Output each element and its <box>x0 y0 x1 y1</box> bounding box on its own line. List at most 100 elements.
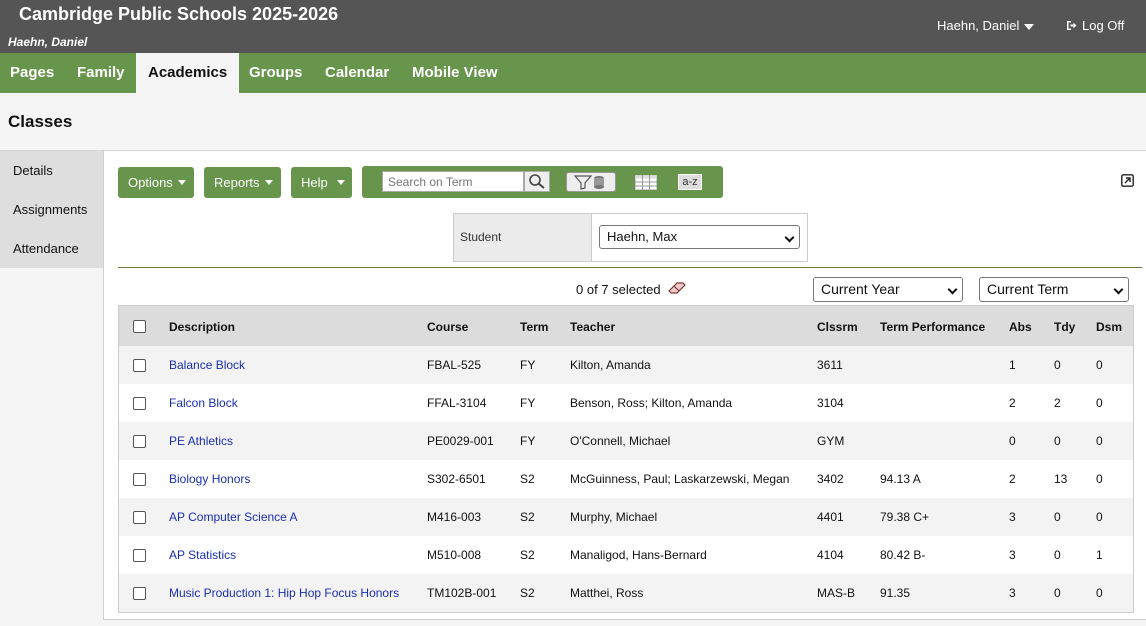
abs-cell: 1 <box>1009 358 1016 372</box>
search-button[interactable] <box>524 171 550 192</box>
term-cell: FY <box>520 434 536 448</box>
course-cell: FBAL-525 <box>427 358 482 372</box>
course-cell: TM102B-001 <box>427 586 497 600</box>
class-link[interactable]: AP Statistics <box>169 548 236 562</box>
logoff-button[interactable]: Log Off <box>1066 18 1124 33</box>
term-cell: FY <box>520 396 536 410</box>
classroom-cell: 3104 <box>817 396 844 410</box>
chevron-down-icon <box>947 284 958 295</box>
col-term[interactable]: Term <box>520 320 548 334</box>
classroom-cell: 3611 <box>817 358 843 372</box>
chevron-down-icon <box>1113 284 1124 295</box>
col-classroom[interactable]: Clssrm <box>817 320 858 334</box>
student-select[interactable]: Haehn, Max <box>599 225 800 249</box>
chevron-down-icon <box>1024 23 1035 30</box>
main-nav: Pages Family Academics Groups Calendar M… <box>0 53 1146 93</box>
classes-table: Description Course Term Teacher Clssrm T… <box>118 305 1134 613</box>
sidebar-item-assignments[interactable]: Assignments <box>13 202 87 217</box>
abs-cell: 2 <box>1009 396 1016 410</box>
student-label: Student <box>454 214 592 261</box>
col-course[interactable]: Course <box>427 320 468 334</box>
dsm-cell: 0 <box>1096 434 1103 448</box>
abs-cell: 3 <box>1009 548 1016 562</box>
popout-icon[interactable] <box>1121 174 1134 187</box>
dsm-cell: 0 <box>1096 396 1103 410</box>
dsm-cell: 0 <box>1096 472 1103 486</box>
eraser-icon[interactable] <box>667 280 687 296</box>
abs-cell: 2 <box>1009 472 1016 486</box>
tdy-cell: 0 <box>1054 586 1061 600</box>
col-term-performance[interactable]: Term Performance <box>880 320 985 334</box>
tab-family[interactable]: Family <box>77 53 125 93</box>
user-menu[interactable]: Haehn, Daniel <box>937 18 1035 33</box>
help-button[interactable]: Help <box>291 167 352 198</box>
options-button[interactable]: Options <box>118 167 194 198</box>
teacher-cell: Matthei, Ross <box>570 586 644 600</box>
table-row[interactable]: AP Statistics M510-008 S2 Manaligod, Han… <box>119 536 1133 574</box>
grid-view-icon[interactable] <box>635 175 657 190</box>
performance-cell: 79.38 C+ <box>880 510 930 524</box>
term-select[interactable]: Current Term <box>979 277 1129 302</box>
col-dsm[interactable]: Dsm <box>1096 320 1122 334</box>
table-row[interactable]: Biology Honors S302-6501 S2 McGuinness, … <box>119 460 1133 498</box>
select-all-checkbox[interactable] <box>133 320 146 333</box>
reports-label: Reports <box>214 175 260 190</box>
course-cell: PE0029-001 <box>427 434 494 448</box>
row-checkbox[interactable] <box>133 511 146 524</box>
table-row[interactable]: AP Computer Science A M416-003 S2 Murphy… <box>119 498 1133 536</box>
teacher-cell: Manaligod, Hans-Bernard <box>570 548 707 562</box>
table-row[interactable]: Falcon Block FFAL-3104 FY Benson, Ross; … <box>119 384 1133 422</box>
tab-pages[interactable]: Pages <box>10 53 54 93</box>
teacher-cell: Kilton, Amanda <box>570 358 651 372</box>
class-link[interactable]: Music Production 1: Hip Hop Focus Honors <box>169 586 399 600</box>
class-link[interactable]: Falcon Block <box>169 396 238 410</box>
year-select-value: Current Year <box>821 281 900 297</box>
class-link[interactable]: Balance Block <box>169 358 245 372</box>
term-select-value: Current Term <box>987 281 1069 297</box>
tab-calendar[interactable]: Calendar <box>325 53 389 93</box>
tab-academics[interactable]: Academics <box>136 53 240 93</box>
sort-az-icon[interactable]: a-z <box>678 174 702 190</box>
row-checkbox[interactable] <box>133 397 146 410</box>
row-checkbox[interactable] <box>133 549 146 562</box>
sidebar-item-details[interactable]: Details <box>13 163 53 178</box>
year-select[interactable]: Current Year <box>813 277 963 302</box>
table-row[interactable]: Music Production 1: Hip Hop Focus Honors… <box>119 574 1133 612</box>
app-title: Cambridge Public Schools 2025-2026 <box>19 4 339 24</box>
table-row[interactable]: PE Athletics PE0029-001 FY O'Connell, Mi… <box>119 422 1133 460</box>
row-checkbox[interactable] <box>133 587 146 600</box>
class-link[interactable]: AP Computer Science A <box>169 510 298 524</box>
sidebar: Details Assignments Attendance <box>0 151 103 268</box>
row-checkbox[interactable] <box>133 435 146 448</box>
search-input[interactable] <box>382 171 524 192</box>
reports-button[interactable]: Reports <box>204 167 281 198</box>
tdy-cell: 13 <box>1054 472 1068 486</box>
row-checkbox[interactable] <box>133 473 146 486</box>
tab-groups[interactable]: Groups <box>249 53 302 93</box>
logoff-label: Log Off <box>1082 18 1125 33</box>
classroom-cell: 4104 <box>817 548 844 562</box>
col-tdy[interactable]: Tdy <box>1054 320 1075 334</box>
col-description[interactable]: Description <box>169 320 235 334</box>
col-teacher[interactable]: Teacher <box>570 320 615 334</box>
class-link[interactable]: Biology Honors <box>169 472 250 486</box>
chevron-down-icon <box>177 180 186 185</box>
chevron-down-icon <box>784 232 795 243</box>
sidebar-item-attendance[interactable]: Attendance <box>13 241 79 256</box>
col-abs[interactable]: Abs <box>1009 320 1032 334</box>
performance-cell: 80.42 B- <box>880 548 926 562</box>
table-row[interactable]: Balance Block FBAL-525 FY Kilton, Amanda… <box>119 346 1133 384</box>
dsm-cell: 0 <box>1096 510 1103 524</box>
term-cell: S2 <box>520 510 535 524</box>
course-cell: M510-008 <box>427 548 482 562</box>
performance-cell: 91.35 <box>880 586 911 600</box>
course-cell: FFAL-3104 <box>427 396 487 410</box>
filter-button[interactable] <box>566 172 616 192</box>
tdy-cell: 0 <box>1054 510 1061 524</box>
classroom-cell: 3402 <box>817 472 844 486</box>
dsm-cell: 0 <box>1096 358 1103 372</box>
tab-mobile-view[interactable]: Mobile View <box>412 53 498 93</box>
row-checkbox[interactable] <box>133 359 146 372</box>
class-link[interactable]: PE Athletics <box>169 434 233 448</box>
abs-cell: 0 <box>1009 434 1016 448</box>
